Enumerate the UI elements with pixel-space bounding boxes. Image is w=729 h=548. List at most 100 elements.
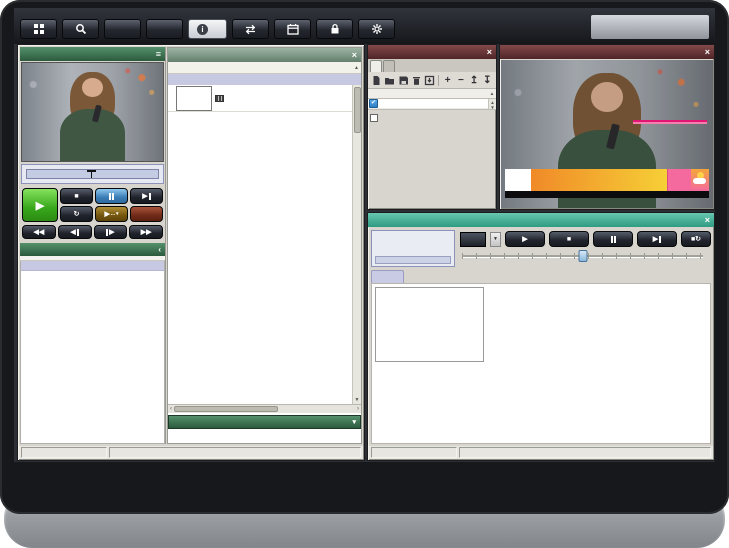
shuttle-slider[interactable] — [462, 250, 703, 267]
playout-info-box — [21, 164, 164, 184]
scroll-up-icon[interactable]: ▲ — [488, 91, 496, 96]
pause-button[interactable] — [593, 231, 633, 247]
clip-duration — [215, 95, 300, 102]
page-tab[interactable] — [371, 270, 404, 283]
scroll-up-icon[interactable]: ▲ — [352, 65, 361, 71]
filmstrip-icon — [215, 95, 224, 102]
modules-button[interactable] — [20, 19, 57, 39]
close-icon[interactable]: × — [352, 51, 357, 60]
playlist-horizontal-scrollbar[interactable]: ‹ › — [168, 404, 361, 413]
lock-button[interactable] — [316, 19, 353, 39]
iplay-titlebar[interactable]: × — [368, 213, 714, 227]
scroll-right-icon[interactable]: › — [357, 406, 359, 412]
pause-button[interactable] — [95, 188, 128, 204]
workspace-2-button[interactable] — [146, 19, 183, 39]
modified-status — [21, 447, 107, 458]
option-checkbox[interactable] — [370, 114, 378, 122]
playlist-filler — [168, 429, 361, 443]
search-icon — [75, 23, 87, 35]
settings-button[interactable] — [358, 19, 395, 39]
scroll-left-icon[interactable]: ‹ — [170, 406, 172, 412]
transport-controls: ▶ ■ ▶ ↻ ▶...▾ — [20, 185, 165, 223]
step-forward-button[interactable]: ▶ — [94, 225, 128, 239]
progress-marker[interactable] — [87, 170, 96, 179]
export-button[interactable] — [424, 74, 435, 87]
playout-panel: ≡ — [20, 47, 166, 444]
modified-status — [371, 447, 457, 458]
workspace-1-button[interactable] — [104, 19, 141, 39]
close-icon[interactable]: × — [487, 48, 492, 57]
play-button[interactable]: ▶ — [505, 231, 545, 247]
scroll-down-icon[interactable]: ▼ — [355, 397, 360, 404]
lower-third-logo — [505, 169, 531, 191]
collapse-left-icon[interactable]: ‹ — [158, 245, 161, 254]
character-generator-bar[interactable]: ▾ — [168, 415, 361, 429]
play-options-button[interactable]: ▶...▾ — [95, 206, 128, 222]
playout-progress-bar[interactable] — [26, 169, 159, 179]
cg-tabs — [368, 59, 496, 72]
chevron-down-icon[interactable]: ▾ — [352, 418, 356, 426]
close-icon[interactable]: × — [705, 48, 710, 57]
news-titlebar[interactable]: × — [500, 45, 714, 59]
playlist-titlebar[interactable]: × — [168, 48, 361, 62]
close-icon[interactable]: × — [705, 216, 710, 225]
speed-dropdown-icon[interactable]: ▼ — [490, 232, 501, 247]
clip-thumbnail[interactable] — [375, 287, 484, 362]
new-document-button[interactable] — [371, 74, 382, 87]
playlist-group-row[interactable] — [168, 74, 361, 85]
scheduler-button[interactable] — [274, 19, 311, 39]
clip-thumbnail — [176, 86, 212, 111]
slider-thumb[interactable] — [578, 250, 587, 262]
info-icon: i — [197, 24, 208, 35]
transfer-arrows-icon — [244, 24, 257, 35]
stop-loop-button[interactable]: ■↻ — [681, 231, 711, 247]
iplay-controls: ▼ ▶ ■ ▶ ■↻ — [371, 230, 711, 267]
open-folder-button[interactable] — [384, 74, 395, 87]
news-video-preview — [501, 60, 713, 208]
playout-titlebar[interactable]: ≡ — [20, 47, 165, 61]
save-button[interactable] — [397, 74, 408, 87]
tab-items[interactable] — [370, 60, 382, 72]
transfer-button[interactable] — [232, 19, 269, 39]
cg-scrollbar[interactable]: ▲▼ — [488, 99, 496, 109]
scrollbar-thumb[interactable] — [354, 87, 361, 133]
auto-button[interactable] — [130, 206, 163, 222]
item-checkbox[interactable]: ✔ — [369, 99, 378, 108]
scroll-down-icon[interactable]: ▼ — [490, 105, 494, 110]
play-button[interactable]: ▶ — [22, 188, 58, 222]
segments-header[interactable]: ‹ — [20, 243, 165, 256]
playlist-vertical-scrollbar[interactable]: ▼ — [352, 85, 361, 404]
iplay-transport: ▼ ▶ ■ ▶ ■↻ — [460, 230, 711, 267]
move-bottom-button[interactable]: ↧ — [482, 74, 493, 87]
move-top-button[interactable]: ↥ — [469, 74, 480, 87]
add-item-button[interactable]: + — [442, 74, 453, 87]
next-button[interactable]: ▶ — [130, 188, 163, 204]
search-button[interactable] — [62, 19, 99, 39]
tab-propiedades[interactable] — [383, 60, 395, 72]
loop-button[interactable]: ↻ — [60, 206, 93, 222]
lower-third-overlay — [505, 169, 709, 191]
scrollbar-thumb[interactable] — [174, 406, 278, 412]
cg-item-row[interactable]: ✔ — [368, 99, 488, 109]
cg-titlebar[interactable]: × — [368, 45, 496, 59]
iplay-page-tabs — [371, 270, 711, 283]
iplay-progress-bar[interactable] — [375, 256, 451, 264]
rewind-button[interactable]: ◀◀ — [22, 225, 56, 239]
step-back-button[interactable]: ◀ — [58, 225, 92, 239]
segment-row[interactable] — [21, 261, 164, 271]
segments-table — [20, 261, 165, 444]
stop-button[interactable]: ■ — [60, 188, 93, 204]
playlist-item[interactable]: ▶ — [168, 85, 361, 112]
breaking-news-overlay — [633, 120, 707, 124]
remove-item-button[interactable]: − — [455, 74, 466, 87]
fast-forward-button[interactable]: ▶▶ — [129, 225, 163, 239]
cg-option[interactable] — [370, 112, 494, 123]
playlist-panel: × ▲ ▶ — [167, 47, 362, 444]
delete-button[interactable] — [411, 74, 422, 87]
next-button[interactable]: ▶ — [637, 231, 677, 247]
main-toolbar: i — [14, 8, 715, 44]
stop-button[interactable]: ■ — [549, 231, 589, 247]
speed-select[interactable] — [460, 232, 486, 247]
panel-menu-icon[interactable]: ≡ — [156, 50, 161, 59]
lock-icon — [329, 23, 341, 35]
